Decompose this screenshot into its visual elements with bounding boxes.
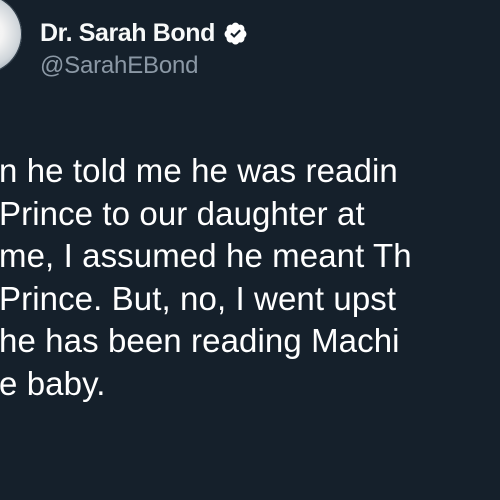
tweet-author: Dr. Sarah Bond @SarahEBond: [40, 16, 248, 96]
tweet-line-3: me, I assumed he meant Th: [0, 237, 412, 274]
tweet-card: Dr. Sarah Bond @SarahEBond n he told me …: [0, 0, 500, 500]
display-name[interactable]: Dr. Sarah Bond: [40, 19, 215, 48]
tweet-line-1: n he told me he was readin: [0, 152, 398, 189]
verified-check-icon: [223, 21, 248, 46]
user-handle[interactable]: @SarahEBond: [40, 52, 248, 80]
tweet-line-6: e baby.: [0, 364, 106, 402]
tweet-line-4: Prince. But, no, I went upst: [0, 279, 397, 317]
tweet-line-2: Prince to our daughter at: [0, 194, 365, 232]
tweet-body: n he told me he was readin Prince to our…: [0, 150, 499, 405]
display-name-row: Dr. Sarah Bond: [40, 16, 248, 50]
avatar[interactable]: [0, 0, 22, 74]
tweet-line-5: he has been reading Machi: [0, 322, 400, 359]
